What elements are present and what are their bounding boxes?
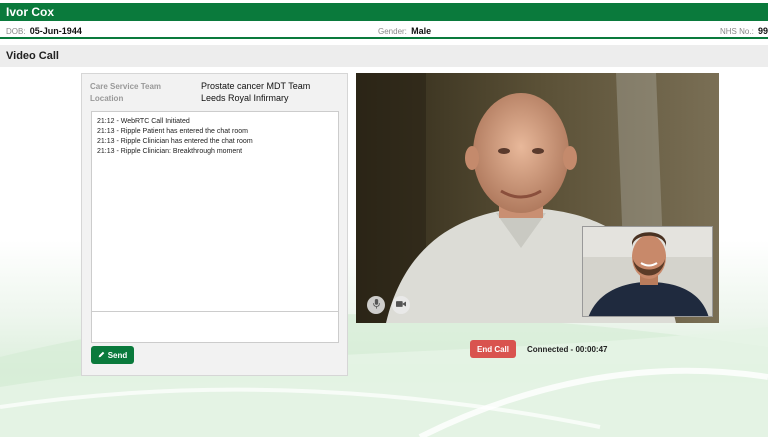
page-title: Video Call (0, 45, 768, 67)
chat-panel: Care Service Team Prostate cancer MDT Te… (81, 73, 348, 376)
local-video-feed (583, 227, 712, 316)
dob-value: 05-Jun-1944 (29, 26, 82, 36)
care-team-label: Care Service Team (90, 82, 162, 91)
local-video-preview (582, 226, 713, 317)
remote-video (356, 73, 719, 323)
chat-log[interactable]: 21:12 - WebRTC Call Initiated 21:13 - Ri… (91, 111, 339, 311)
nhs-label: NHS No.: (720, 27, 754, 36)
dob-field: DOB: 05-Jun-1944 (6, 26, 82, 36)
care-team-value: Prostate cancer MDT Team (201, 81, 311, 91)
location-label: Location (90, 94, 124, 103)
nhs-value: 9999 (758, 26, 768, 36)
chat-message: 21:12 - WebRTC Call Initiated (97, 118, 190, 125)
dob-label: DOB: (6, 27, 26, 36)
gender-value: Male (411, 26, 432, 36)
call-status: Connected - 00:00:47 (527, 345, 608, 354)
camera-toggle-button[interactable] (392, 296, 410, 314)
send-button[interactable]: Send (91, 346, 134, 364)
microphone-icon (372, 298, 381, 312)
video-camera-icon (396, 299, 406, 311)
send-label: Send (107, 350, 128, 360)
nhs-field: NHS No.: 9999 (720, 26, 768, 36)
chat-message: 21:13 - Ripple Patient has entered the c… (97, 128, 248, 135)
chat-message: 21:13 - Ripple Clinician has entered the… (97, 138, 253, 145)
location-value: Leeds Royal Infirmary (201, 93, 289, 103)
patient-name-bar: Ivor Cox (0, 3, 768, 21)
end-call-button[interactable]: End Call (470, 340, 516, 358)
pencil-icon (98, 351, 105, 360)
chat-message: 21:13 - Ripple Clinician: Breakthrough m… (97, 148, 243, 155)
mute-button[interactable] (367, 296, 385, 314)
patient-info-bar: DOB: 05-Jun-1944 Gender: Male NHS No.: 9… (0, 22, 768, 39)
gender-label: Gender: (378, 27, 407, 36)
patient-name: Ivor Cox (6, 5, 55, 19)
gender-field: Gender: Male (378, 26, 431, 36)
chat-input[interactable] (91, 311, 339, 343)
